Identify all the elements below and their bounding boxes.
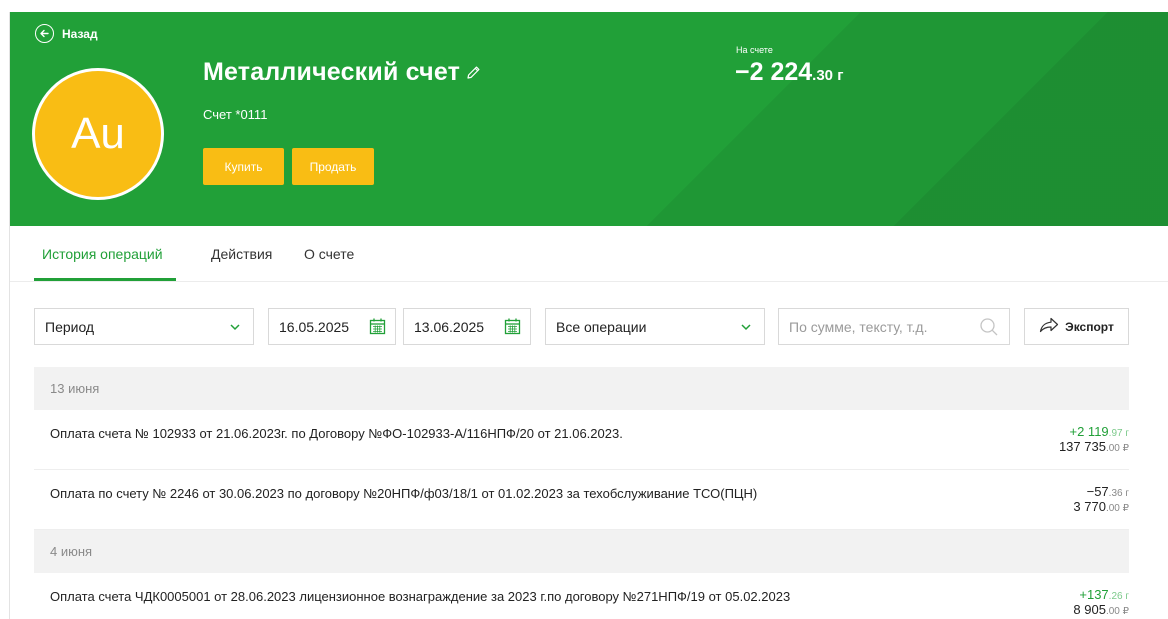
search-input[interactable] [789, 318, 969, 335]
metal-amount: +137.26 г [1079, 587, 1129, 602]
period-select[interactable]: Период [34, 308, 254, 345]
avatar: Au [32, 68, 164, 200]
tab-actions[interactable]: Действия [211, 246, 272, 262]
amount-integer: +137 [1079, 587, 1109, 602]
calendar-icon[interactable] [369, 318, 386, 338]
amount-fraction: .00 ₽ [1105, 606, 1129, 617]
amount-fraction: .00 ₽ [1105, 443, 1129, 454]
amount-integer: 8 905 [1073, 602, 1106, 617]
balance-integer: −2 224 [735, 58, 813, 86]
account-number: Счет *0111 [203, 107, 268, 122]
tab-history[interactable]: История операций [42, 246, 163, 262]
page-title: Металлический счет [203, 58, 461, 86]
active-tab-indicator [34, 278, 176, 281]
rub-amount: 3 770.00 ₽ [1073, 499, 1129, 514]
metal-amount: −57.36 г [1087, 484, 1129, 499]
export-button[interactable]: Экспорт [1024, 308, 1129, 345]
amount-fraction: .36 г [1108, 488, 1129, 499]
balance-label: На счете [736, 45, 773, 55]
chevron-down-icon [740, 320, 752, 336]
pencil-icon[interactable] [466, 65, 481, 80]
back-button[interactable]: Назад [35, 24, 98, 43]
date-to-field[interactable]: 13.06.2025 [403, 308, 531, 345]
arrow-left-icon [35, 24, 54, 43]
amount-fraction: .26 г [1108, 591, 1129, 602]
title-row: Металлический счет [203, 58, 481, 87]
chevron-down-icon [229, 320, 241, 336]
rub-amount: 8 905.00 ₽ [1073, 602, 1129, 617]
operation-type-select[interactable]: Все операции [545, 308, 765, 345]
amount-integer: 137 735 [1058, 439, 1106, 454]
share-icon [1039, 317, 1059, 336]
date-from-value: 16.05.2025 [279, 318, 350, 335]
amount-integer: +2 119 [1069, 424, 1109, 439]
account-header: Назад Au Металлический счет Счет *0111 К… [10, 12, 1168, 226]
date-group-header: 13 июня [34, 367, 1129, 410]
date-to-value: 13.06.2025 [414, 318, 485, 335]
balance-amount: −2 224.30 г [735, 58, 843, 87]
calendar-icon[interactable] [504, 318, 521, 338]
buy-button[interactable]: Купить [203, 148, 284, 185]
date-from-field[interactable]: 16.05.2025 [268, 308, 396, 345]
tab-about[interactable]: О счете [304, 246, 354, 262]
metal-amount: +2 119.97 г [1070, 424, 1130, 439]
balance-fraction: .30 г [812, 67, 844, 84]
period-value: Период [45, 318, 95, 335]
operation-description: Оплата по счету № 2246 от 30.06.2023 по … [50, 486, 758, 501]
sell-button[interactable]: Продать [292, 148, 374, 185]
amount-fraction: .97 г [1108, 428, 1129, 439]
search-icon[interactable] [979, 317, 999, 340]
search-field [778, 308, 1010, 345]
amount-integer: −57 [1086, 484, 1109, 499]
date-group-header: 4 июня [34, 530, 1129, 573]
rub-amount: 137 735.00 ₽ [1059, 439, 1129, 454]
operation-row[interactable]: Оплата счета № 102933 от 21.06.2023г. по… [34, 410, 1129, 470]
amount-fraction: .00 ₽ [1105, 503, 1129, 514]
operation-row[interactable]: Оплата по счету № 2246 от 30.06.2023 по … [34, 470, 1129, 530]
back-label: Назад [62, 26, 98, 41]
amount-integer: 3 770 [1073, 499, 1106, 514]
page: Назад Au Металлический счет Счет *0111 К… [0, 0, 1168, 619]
operation-description: Оплата счета ЧДК0005001 от 28.06.2023 ли… [50, 589, 791, 604]
tab-bar: История операций Действия О счете [10, 226, 1168, 282]
operation-type-value: Все операции [556, 318, 647, 335]
header-decoration [10, 12, 1168, 226]
export-label: Экспорт [1065, 319, 1114, 334]
operation-description: Оплата счета № 102933 от 21.06.2023г. по… [50, 426, 623, 441]
operation-row[interactable]: Оплата счета ЧДК0005001 от 28.06.2023 ли… [34, 573, 1129, 619]
